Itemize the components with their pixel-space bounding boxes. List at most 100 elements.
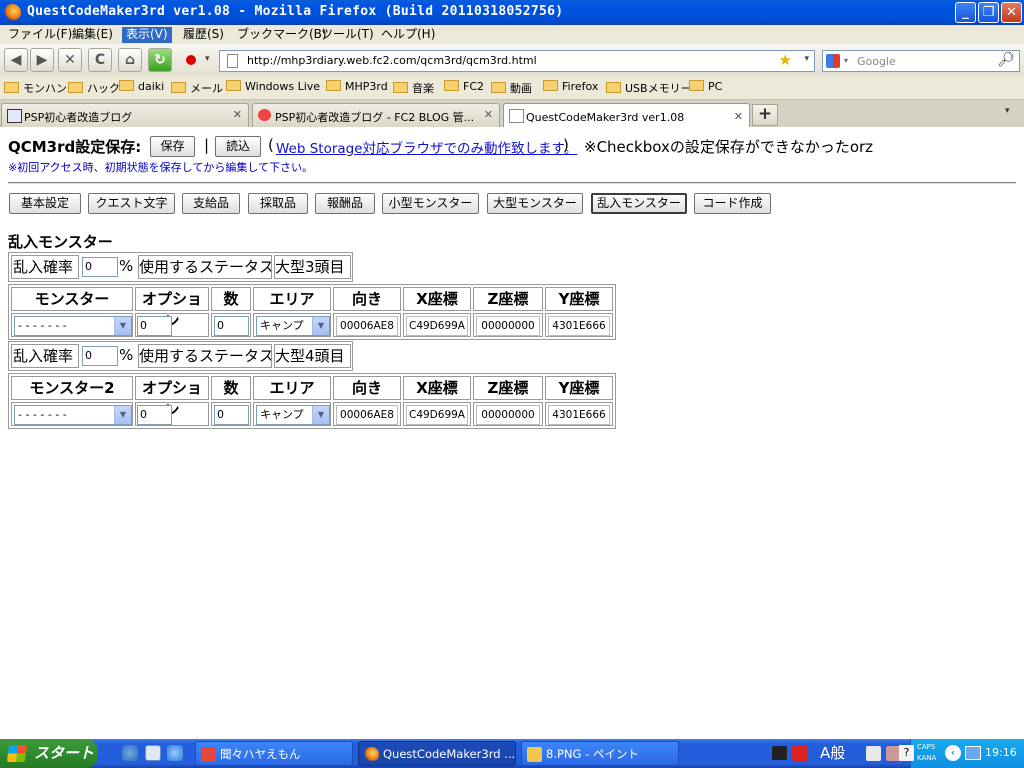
tab-quest-text[interactable]: クエスト文字 bbox=[88, 193, 175, 214]
bookmark-star-icon[interactable]: ★ bbox=[779, 51, 792, 69]
url-dropdown-icon[interactable]: ▾ bbox=[804, 54, 809, 64]
menu-help[interactable]: ヘルプ(H) bbox=[377, 27, 439, 43]
z-input[interactable]: 00000000 bbox=[476, 405, 540, 425]
monster-select[interactable]: - - - - - - - ▼ bbox=[14, 316, 132, 336]
google-icon[interactable] bbox=[826, 54, 840, 68]
cell-monster: - - - - - - - ▼ bbox=[11, 313, 133, 337]
back-arrow-icon[interactable]: ◀ bbox=[4, 48, 28, 72]
new-tab-button[interactable]: + bbox=[752, 104, 778, 126]
bookmark-folder[interactable]: PC bbox=[689, 80, 722, 96]
bookmark-folder[interactable]: Windows Live bbox=[226, 80, 320, 96]
search-bar[interactable]: ▾ Google 🔎︎ bbox=[822, 50, 1020, 72]
green-refresh-icon[interactable]: ↻ bbox=[148, 48, 172, 72]
count-input[interactable]: 0 bbox=[214, 405, 249, 425]
task-firefox[interactable]: QuestCodeMaker3rd ... bbox=[358, 741, 516, 766]
address-bar[interactable]: http://mhp3rdiary.web.fc2.com/qcm3rd/qcm… bbox=[219, 50, 815, 72]
close-tab-icon[interactable]: ✕ bbox=[233, 108, 242, 121]
load-button[interactable]: 読込 bbox=[215, 136, 261, 157]
bookmark-folder[interactable]: メール bbox=[171, 80, 223, 96]
tab-gathering[interactable]: 採取品 bbox=[248, 193, 308, 214]
tab-list-dropdown-icon[interactable]: ▾ bbox=[1005, 106, 1010, 116]
x-input[interactable]: C49D699A bbox=[406, 405, 468, 425]
keyboard-icon[interactable] bbox=[772, 746, 787, 760]
url-text[interactable]: http://mhp3rdiary.web.fc2.com/qcm3rd/qcm… bbox=[247, 54, 537, 67]
rate-input[interactable]: 0 bbox=[82, 257, 118, 277]
close-window-button[interactable]: ✕ bbox=[1001, 2, 1022, 23]
tab-rewards[interactable]: 報酬品 bbox=[315, 193, 375, 214]
close-tab-icon[interactable]: ✕ bbox=[734, 108, 743, 126]
minimize-button[interactable]: _ bbox=[955, 2, 976, 23]
ime-pad-icon[interactable] bbox=[866, 746, 881, 761]
input-mode-indicator[interactable]: A般 bbox=[820, 743, 845, 764]
history-dropdown-icon[interactable]: ▾ bbox=[205, 54, 210, 64]
tab-small-monsters[interactable]: 小型モンスター bbox=[382, 193, 479, 214]
count-input[interactable]: 0 bbox=[214, 316, 249, 336]
reload-icon[interactable]: C bbox=[88, 48, 112, 72]
stop-icon[interactable]: ✕ bbox=[58, 48, 82, 72]
bookmark-folder[interactable]: MHP3rd bbox=[326, 80, 388, 96]
direction-input[interactable]: 00006AE8 bbox=[336, 316, 398, 336]
save-button[interactable]: 保存 bbox=[150, 136, 195, 157]
language-bar[interactable]: A般 bbox=[770, 743, 908, 764]
tab-fc2-blog[interactable]: PSP初心者改造ブログ - FC2 BLOG 管... ✕ bbox=[252, 103, 500, 127]
search-icon[interactable]: 🔎︎ bbox=[997, 52, 1015, 68]
chevron-down-icon[interactable]: ▼ bbox=[114, 406, 131, 424]
home-icon[interactable]: ⌂ bbox=[118, 48, 142, 72]
z-input[interactable]: 00000000 bbox=[476, 316, 540, 336]
chevron-down-icon[interactable]: ▼ bbox=[312, 406, 329, 424]
bookmark-folder[interactable]: Firefox bbox=[543, 80, 598, 96]
task-hayaemon[interactable]: 聞々ハヤえもん bbox=[195, 741, 353, 766]
bookmark-folder[interactable]: daiki bbox=[119, 80, 164, 96]
bookmark-folder[interactable]: USBメモリー bbox=[606, 80, 692, 96]
header-monster: モンスター bbox=[11, 287, 133, 311]
restore-button[interactable]: ❐ bbox=[978, 2, 999, 23]
option-input[interactable]: 0 bbox=[137, 316, 172, 336]
menu-tools[interactable]: ツール(T) bbox=[317, 27, 378, 43]
tab-intruder-monsters[interactable]: 乱入モンスター bbox=[591, 193, 687, 214]
search-placeholder[interactable]: Google bbox=[857, 55, 896, 68]
rate-input[interactable]: 0 bbox=[82, 346, 118, 366]
bookmark-folder[interactable]: 動画 bbox=[491, 80, 532, 96]
network-icon[interactable] bbox=[965, 746, 981, 760]
media-player-icon[interactable] bbox=[167, 745, 183, 761]
intrusion-rate-row: 乱入確率 0 % 使用するステータス 大型3頭目 bbox=[8, 252, 353, 282]
y-input[interactable]: 4301E666 bbox=[548, 405, 610, 425]
show-hidden-icons-icon[interactable]: ‹ bbox=[945, 745, 961, 761]
menu-file[interactable]: ファイル(F) bbox=[4, 27, 76, 43]
bookmark-folder[interactable]: ハック bbox=[68, 80, 120, 96]
web-storage-link[interactable]: Web Storage対応ブラウザでのみ動作致します。 bbox=[276, 137, 577, 157]
tab-large-monsters[interactable]: 大型モンスター bbox=[487, 193, 583, 214]
bookmark-folder[interactable]: FC2 bbox=[444, 80, 484, 96]
forward-arrow-icon[interactable]: ▶ bbox=[30, 48, 54, 72]
bookmark-folder[interactable]: 音楽 bbox=[393, 80, 434, 96]
tab-code-creation[interactable]: コード作成 bbox=[694, 193, 771, 214]
show-desktop-icon[interactable] bbox=[145, 745, 161, 761]
task-paint[interactable]: 8.PNG - ペイント bbox=[521, 741, 679, 766]
search-engine-dropdown-icon[interactable]: ▾ bbox=[844, 56, 848, 65]
menu-view[interactable]: 表示(V) bbox=[122, 27, 172, 43]
bookmark-folder[interactable]: モンハン bbox=[4, 80, 67, 96]
chevron-down-icon[interactable]: ▼ bbox=[312, 317, 329, 335]
ime-icon[interactable] bbox=[792, 745, 808, 761]
tab-questcodemaker[interactable]: QuestCodeMaker3rd ver1.08 ✕ bbox=[503, 103, 750, 128]
tab-basic-settings[interactable]: 基本設定 bbox=[9, 193, 81, 214]
ie-icon[interactable] bbox=[122, 745, 138, 761]
area-select[interactable]: キャンプ ▼ bbox=[256, 405, 330, 425]
clock[interactable]: 19:16 bbox=[985, 746, 1017, 759]
option-input[interactable]: 0 bbox=[137, 405, 172, 425]
menu-history[interactable]: 履歴(S) bbox=[179, 27, 228, 43]
close-tab-icon[interactable]: ✕ bbox=[484, 108, 493, 121]
y-input[interactable]: 4301E666 bbox=[548, 316, 610, 336]
area-select[interactable]: キャンプ ▼ bbox=[256, 316, 330, 336]
menu-edit[interactable]: 編集(E) bbox=[68, 27, 117, 43]
help-icon[interactable]: ? bbox=[899, 745, 914, 761]
window-title-bar[interactable]: QuestCodeMaker3rd ver1.08 - Mozilla Fire… bbox=[0, 0, 1024, 25]
tab-supplies[interactable]: 支給品 bbox=[182, 193, 240, 214]
tab-psp-blog[interactable]: PSP初心者改造ブログ ✕ bbox=[1, 103, 249, 127]
start-button[interactable]: スタート bbox=[0, 739, 98, 768]
menu-bookmarks[interactable]: ブックマーク(B) bbox=[233, 27, 331, 43]
monster-select[interactable]: - - - - - - - ▼ bbox=[14, 405, 132, 425]
chevron-down-icon[interactable]: ▼ bbox=[114, 317, 131, 335]
direction-input[interactable]: 00006AE8 bbox=[336, 405, 398, 425]
x-input[interactable]: C49D699A bbox=[406, 316, 468, 336]
